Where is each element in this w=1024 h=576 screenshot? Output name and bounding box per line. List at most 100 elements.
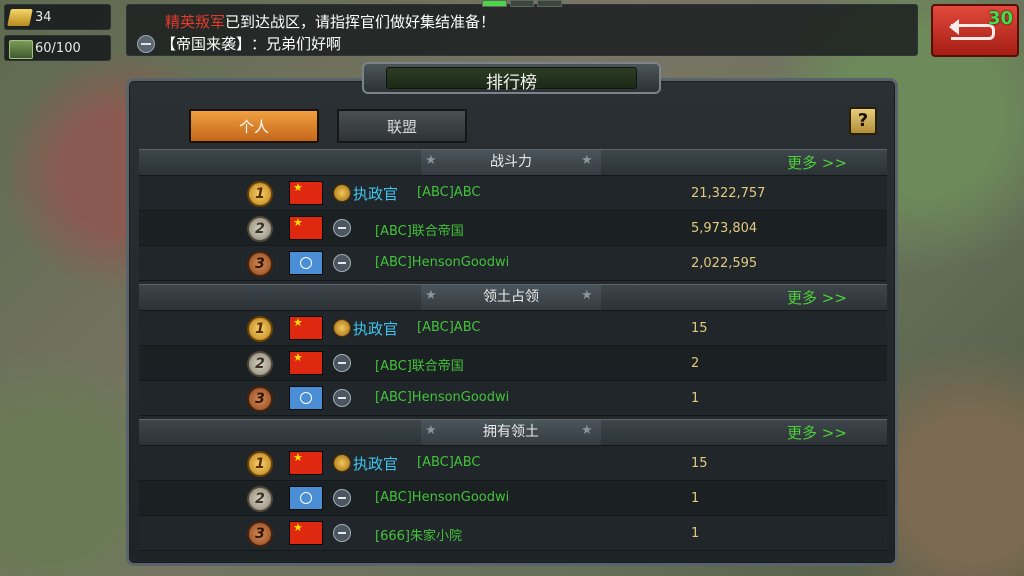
ranking-value: 1 [691, 391, 700, 406]
tab-alliance[interactable]: 联盟 [337, 109, 467, 143]
china-flag-icon [289, 181, 323, 205]
exit-counter: 30 [987, 8, 1013, 29]
chat-message: 【帝国来袭】 ：兄弟们好啊 [137, 33, 341, 54]
china-flag-icon [289, 351, 323, 375]
rank-medal-icon: 1 [247, 451, 273, 477]
section-title: 战斗力 [421, 150, 601, 175]
ranking-value: 21,322,757 [691, 186, 766, 201]
rank-medal-icon: 3 [247, 521, 273, 547]
china-flag-icon [289, 451, 323, 475]
ranking-row[interactable]: 2 [ABC]联合帝国 2 [139, 346, 887, 381]
player-name: [ABC]ABC [417, 320, 481, 335]
system-message-text: 已到达战区，请指挥官们做好集结准备！ [225, 13, 496, 31]
un-flag-icon [289, 386, 323, 410]
officer-badge-icon [333, 319, 351, 337]
china-flag-icon [289, 521, 323, 545]
rank-medal-icon: 3 [247, 386, 273, 412]
ranking-row[interactable]: 3 [666]朱家小院 1 [139, 516, 887, 551]
ranking-value: 2,022,595 [691, 256, 758, 271]
un-flag-icon [289, 486, 323, 510]
ranking-rows: 1 执政官 [ABC]ABC 21,322,757 2 [ABC]联合帝国 5,973,80… [139, 176, 887, 281]
star-icon: ★ [425, 423, 437, 438]
rank-medal-icon: 3 [247, 251, 273, 277]
star-icon: ★ [581, 288, 593, 303]
ranking-value: 1 [691, 526, 700, 541]
ranking-row[interactable]: 2 [ABC]联合帝国 5,973,804 [139, 211, 887, 246]
player-title: 执政官 [353, 185, 399, 203]
ranking-row[interactable]: 3 [ABC]HensonGoodwi 2,022,595 [139, 246, 887, 281]
chat-collapse-icon[interactable] [137, 34, 155, 53]
leaderboard-panel: 个人 联盟 ? 战斗力★★更多 >>1执政官[ABC]ABC21,322,757… [126, 78, 898, 566]
rank-medal-icon: 1 [247, 181, 273, 207]
rank-medal-icon: 2 [247, 216, 273, 242]
un-flag-icon [289, 251, 323, 275]
more-button[interactable]: 更多 >> [787, 152, 847, 173]
panel-title-bar: 排行榜 [362, 62, 661, 94]
ranking-section: 领土占领★ ★ 更多 >> 1 执政官 [ABC]ABC 15 2 [ABC]联合帝国 2 3 [AB… [139, 284, 887, 416]
section-header: 拥有领土 ★ ★ 更多 >> [139, 419, 887, 446]
supply-crate-icon [9, 40, 33, 59]
rank-medal-icon: 2 [247, 351, 273, 377]
china-flag-icon [289, 216, 323, 240]
system-message: 精英叛军已到达战区，请指挥官们做好集结准备！ [165, 11, 495, 32]
minus-badge-icon [333, 219, 351, 237]
player-name: [ABC]联合帝国 [375, 359, 464, 374]
officer-badge-icon [333, 454, 351, 472]
gold-amount: 34 [35, 10, 52, 25]
star-icon: ★ [425, 153, 437, 168]
more-button[interactable]: 更多 >> [787, 422, 847, 443]
section-title: 领土占领 [421, 285, 601, 310]
ranking-section: 战斗力★ ★ 更多 >> 1 执政官 [ABC]ABC 21,322,757 2 [ABC]联合… [139, 149, 887, 281]
supply-amount: 60/100 [35, 41, 81, 56]
player-title: 执政官 [353, 320, 399, 338]
china-flag-icon [289, 316, 323, 340]
page-indicator [482, 0, 563, 7]
minus-badge-icon [333, 524, 351, 542]
system-message-highlight: 精英叛军 [165, 13, 226, 31]
ranking-rows: 1 执政官 [ABC]ABC 15 2 [ABC]HensonGoodwi 1 3 [666]朱… [139, 446, 887, 551]
chat-channel: 【帝国来袭】 [161, 35, 252, 53]
help-button[interactable]: ? [849, 107, 877, 135]
player-name: [666]朱家小院 [375, 529, 462, 544]
panel-title: 排行榜 [486, 73, 537, 93]
player-name: [ABC]ABC [417, 185, 481, 200]
ranking-rows: 1 执政官 [ABC]ABC 15 2 [ABC]联合帝国 2 3 [ABC]HensonGoo… [139, 311, 887, 416]
star-icon: ★ [581, 153, 593, 168]
more-button[interactable]: 更多 >> [787, 287, 847, 308]
ranking-section: 拥有领土★ ★ 更多 >> 1 执政官 [ABC]ABC 15 2 [ABC]HensonGoo… [139, 419, 887, 551]
minus-badge-icon [333, 354, 351, 372]
gold-resource[interactable]: 34 [4, 4, 111, 30]
minus-badge-icon [333, 389, 351, 407]
player-name: [ABC]HensonGoodwi [375, 255, 510, 270]
ranking-row[interactable]: 1 执政官 [ABC]ABC 21,322,757 [139, 176, 887, 211]
ranking-row[interactable]: 1 执政官 [ABC]ABC 15 [139, 446, 887, 481]
section-header: 战斗力 ★ ★ 更多 >> [139, 149, 887, 176]
star-icon: ★ [581, 423, 593, 438]
ranking-value: 15 [691, 321, 708, 336]
minus-badge-icon [333, 489, 351, 507]
minus-badge-icon [333, 254, 351, 272]
exit-button[interactable]: 30 [931, 4, 1019, 57]
gold-bars-icon [7, 9, 33, 26]
chat-box[interactable]: 精英叛军已到达战区，请指挥官们做好集结准备！ 【帝国来袭】 ：兄弟们好啊 [126, 4, 918, 56]
rank-medal-icon: 2 [247, 486, 273, 512]
ranking-value: 1 [691, 491, 700, 506]
player-name: [ABC]ABC [417, 455, 481, 470]
ranking-value: 2 [691, 356, 700, 371]
player-name: [ABC]HensonGoodwi [375, 390, 510, 405]
tab-personal[interactable]: 个人 [189, 109, 319, 143]
supply-resource[interactable]: 60/100 [4, 35, 111, 61]
ranking-row[interactable]: 1 执政官 [ABC]ABC 15 [139, 311, 887, 346]
player-name: [ABC]HensonGoodwi [375, 490, 510, 505]
section-title: 拥有领土 [421, 420, 601, 445]
star-icon: ★ [425, 288, 437, 303]
chat-text: ：兄弟们好啊 [251, 35, 342, 53]
ranking-value: 15 [691, 456, 708, 471]
ranking-row[interactable]: 3 [ABC]HensonGoodwi 1 [139, 381, 887, 416]
officer-badge-icon [333, 184, 351, 202]
ranking-row[interactable]: 2 [ABC]HensonGoodwi 1 [139, 481, 887, 516]
rank-medal-icon: 1 [247, 316, 273, 342]
player-title: 执政官 [353, 455, 399, 473]
ranking-value: 5,973,804 [691, 221, 758, 236]
section-header: 领土占领 ★ ★ 更多 >> [139, 284, 887, 311]
